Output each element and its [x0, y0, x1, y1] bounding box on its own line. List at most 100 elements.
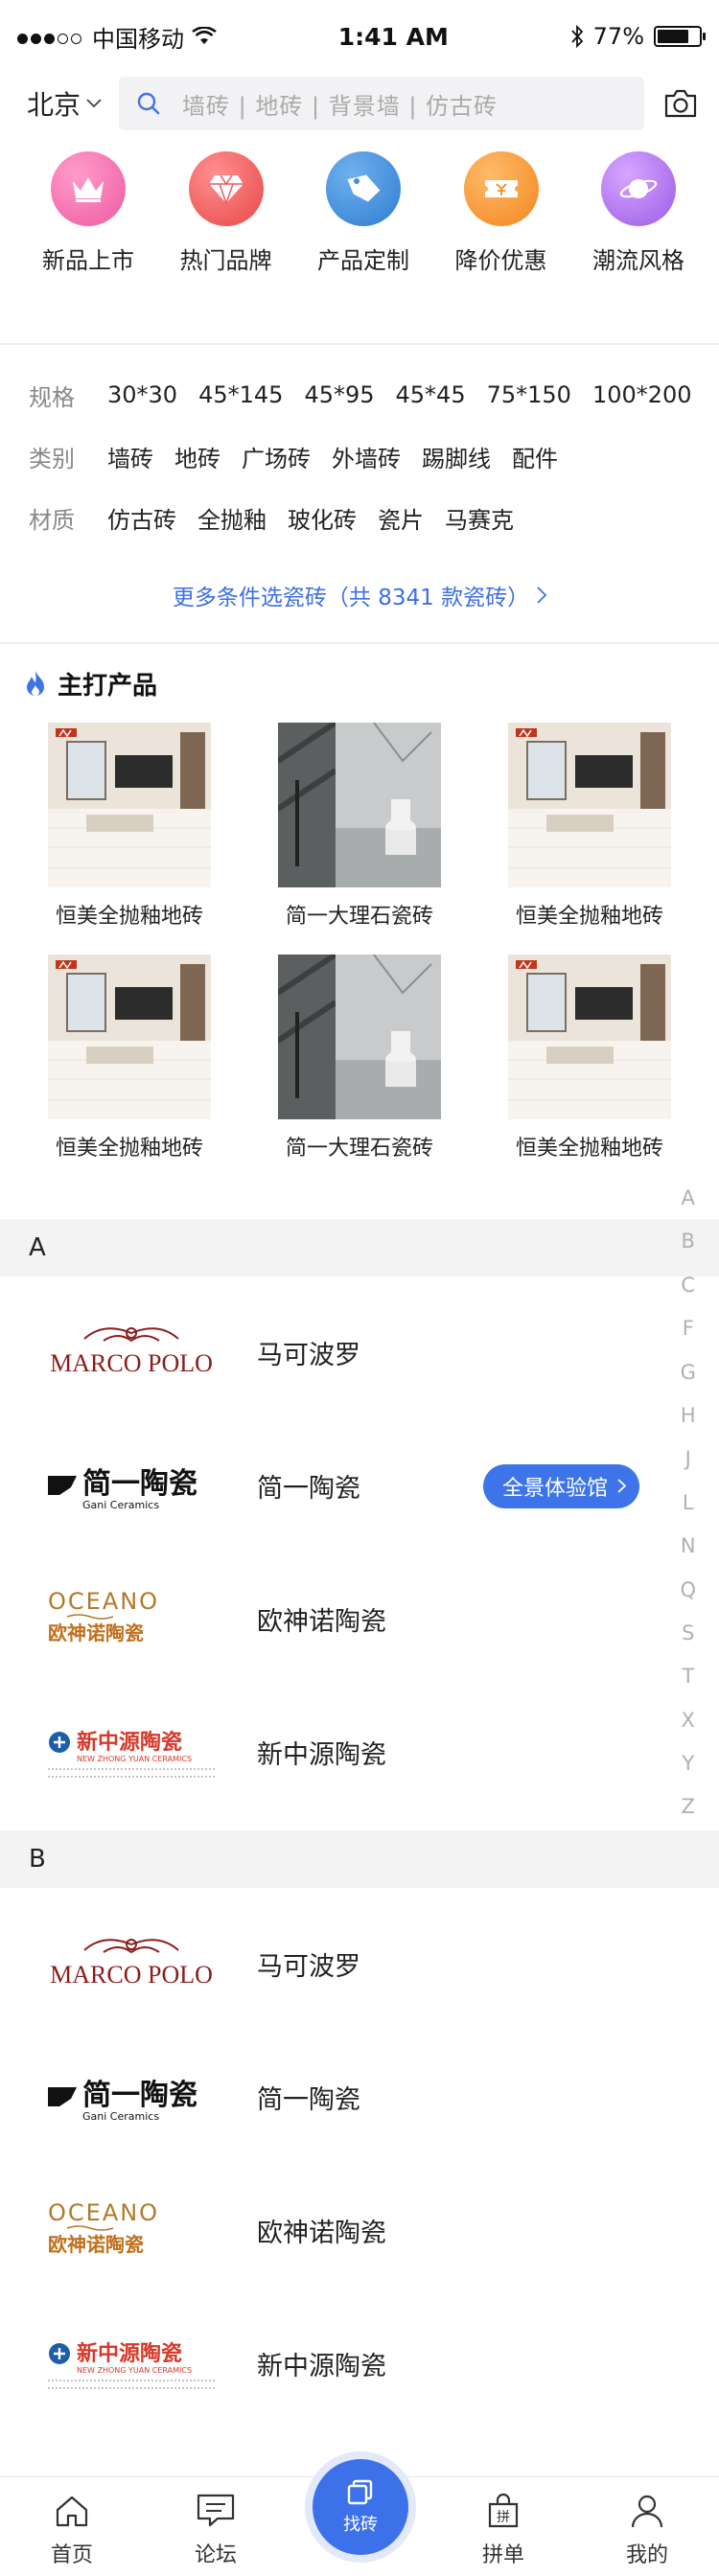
filter-option[interactable]: 75*150 — [487, 381, 571, 408]
svg-text:NEW ZHONG YUAN CERAMICS: NEW ZHONG YUAN CERAMICS — [77, 2366, 192, 2375]
tab-forum[interactable]: 论坛 — [144, 2477, 288, 2576]
alphabet-letter[interactable]: J — [685, 1438, 691, 1481]
brand-row[interactable]: MARCO POLO 马可波罗 — [0, 1286, 719, 1419]
svg-text:欧神诺陶瓷: 欧神诺陶瓷 — [48, 1622, 144, 1644]
filter-option[interactable]: 100*200 — [592, 381, 692, 408]
brand-name: 欧神诺陶瓷 — [257, 2219, 386, 2248]
brand-row[interactable]: 简一陶瓷 Gani Ceramics 简一陶瓷 全景体验馆 — [0, 1419, 719, 1552]
filter-key: 类别 — [29, 445, 75, 472]
filter-option[interactable]: 外墙砖 — [332, 440, 401, 473]
brand-logo: MARCO POLO — [46, 1320, 217, 1387]
panorama-hall-label: 全景体验馆 — [502, 1476, 609, 1501]
product-image — [508, 723, 671, 887]
alphabet-letter[interactable]: G — [681, 1351, 696, 1394]
filter-option[interactable]: 瓷片 — [378, 501, 424, 535]
category-discount[interactable]: 降价优惠 — [434, 151, 568, 343]
city-selector[interactable]: 北京 — [27, 84, 102, 123]
filter-option[interactable]: 广场砖 — [242, 440, 311, 473]
category-label: 降价优惠 — [454, 247, 547, 274]
brand-name: 简一陶瓷 — [257, 1474, 360, 1504]
alphabet-letter[interactable]: T — [682, 1655, 694, 1698]
brand-row[interactable]: 新中源陶瓷 NEW ZHONG YUAN CERAMICS 新中源陶瓷 — [0, 1686, 719, 1819]
alphabet-letter[interactable]: S — [682, 1612, 694, 1655]
signal-icon — [17, 23, 84, 50]
camera-icon[interactable] — [661, 84, 700, 123]
brand-logo: OCEANO 欧神诺陶瓷 — [46, 1586, 217, 1653]
filter-option[interactable]: 全抛釉 — [197, 501, 267, 535]
alphabet-letter[interactable]: Q — [680, 1569, 696, 1612]
brand-row[interactable]: 新中源陶瓷 NEW ZHONG YUAN CERAMICS 新中源陶瓷 — [0, 2297, 719, 2430]
filter-option[interactable]: 墙砖 — [107, 440, 153, 473]
search-icon — [137, 92, 160, 115]
alphabet-letter[interactable]: C — [681, 1264, 695, 1307]
tab-label: 论坛 — [194, 2543, 237, 2567]
brand-row[interactable]: 简一陶瓷 Gani Ceramics 简一陶瓷 — [0, 2031, 719, 2164]
category-label: 潮流风格 — [592, 247, 684, 274]
message-icon — [197, 2494, 235, 2527]
filter-option[interactable]: 30*30 — [107, 381, 177, 408]
filter-option[interactable]: 配件 — [512, 440, 558, 473]
filter-option[interactable]: 踢脚线 — [422, 440, 491, 473]
alphabet-letter[interactable]: N — [681, 1525, 696, 1568]
search-bar: 北京 墙砖 | 地砖 | 背景墙 | 仿古砖 — [0, 75, 719, 132]
panorama-hall-button[interactable]: 全景体验馆 — [483, 1463, 640, 1508]
product-card[interactable]: 恒美全抛釉地砖 — [475, 954, 705, 1162]
featured-header: 主打产品 — [0, 644, 719, 723]
brand-name: 新中源陶瓷 — [257, 1740, 386, 1770]
alphabet-letter[interactable]: F — [683, 1307, 694, 1350]
tab-label: 我的 — [625, 2543, 668, 2567]
filter-key: 材质 — [29, 506, 75, 534]
alphabet-letter[interactable]: Z — [682, 1785, 695, 1828]
tab-find-tile[interactable]: 找砖 — [313, 2459, 408, 2555]
alphabet-letter[interactable]: X — [682, 1699, 695, 1742]
featured-grid: 恒美全抛釉地砖 简一大理石瓷砖 恒美全抛釉地砖 恒美全抛釉地砖 简一大理石瓷砖 恒美全抛釉… — [0, 723, 719, 1162]
search-input[interactable]: 墙砖 | 地砖 | 背景墙 | 仿古砖 — [119, 77, 644, 130]
brand-row[interactable]: OCEANO 欧神诺陶瓷 欧神诺陶瓷 — [0, 1552, 719, 1686]
brand-logo: OCEANO 欧神诺陶瓷 — [46, 2197, 217, 2265]
brand-logo: 简一陶瓷 Gani Ceramics — [46, 1453, 217, 1520]
product-card[interactable]: 简一大理石瓷砖 — [244, 723, 475, 930]
product-card[interactable]: 恒美全抛釉地砖 — [14, 723, 244, 930]
category-new[interactable]: 新品上市 — [21, 151, 155, 343]
more-filters-link[interactable]: 更多条件选瓷砖（共 8341 款瓷砖） — [0, 548, 719, 642]
category-hot-brand[interactable]: 热门品牌 — [159, 151, 293, 343]
alphabet-index[interactable]: ABCFGHJLNQSTXYZ — [680, 1177, 696, 1829]
brand-row[interactable]: MARCO POLO 马可波罗 — [0, 1898, 719, 2031]
brand-name: 马可波罗 — [257, 1341, 360, 1370]
filter-option[interactable]: 地砖 — [174, 440, 220, 473]
svg-text:NEW ZHONG YUAN CERAMICS: NEW ZHONG YUAN CERAMICS — [77, 1755, 192, 1763]
product-card[interactable]: 恒美全抛釉地砖 — [14, 954, 244, 1162]
tab-home[interactable]: 首页 — [0, 2477, 144, 2576]
category-trend[interactable]: 潮流风格 — [571, 151, 706, 343]
svg-text:MARCO POLO: MARCO POLO — [50, 1349, 213, 1377]
wifi-icon — [192, 27, 217, 44]
filter-option[interactable]: 玻化砖 — [288, 501, 357, 535]
alphabet-letter[interactable]: B — [682, 1220, 695, 1263]
brand-row[interactable]: OCEANO 欧神诺陶瓷 欧神诺陶瓷 — [0, 2164, 719, 2297]
brand-logo: 简一陶瓷 Gani Ceramics — [46, 2064, 217, 2131]
svg-text:简一陶瓷: 简一陶瓷 — [82, 1467, 197, 1501]
product-card[interactable]: 简一大理石瓷砖 — [244, 954, 475, 1162]
category-custom[interactable]: 产品定制 — [296, 151, 430, 343]
user-icon — [631, 2495, 663, 2528]
filter-option[interactable]: 45*45 — [396, 381, 466, 408]
alphabet-letter[interactable]: H — [681, 1394, 696, 1438]
filter-option[interactable]: 45*95 — [304, 381, 374, 408]
alphabet-letter[interactable]: Y — [682, 1742, 694, 1785]
alphabet-letter[interactable]: A — [682, 1177, 695, 1220]
filter-option[interactable]: 45*145 — [198, 381, 283, 408]
tag-icon — [326, 151, 401, 226]
tab-group-buy[interactable]: 拼 拼单 — [431, 2477, 575, 2576]
filter-option[interactable]: 仿古砖 — [107, 501, 176, 535]
product-image — [278, 723, 441, 887]
filter-option[interactable]: 马赛克 — [445, 501, 514, 535]
product-card[interactable]: 恒美全抛釉地砖 — [475, 723, 705, 930]
alphabet-letter[interactable]: L — [683, 1482, 694, 1525]
svg-text:Gani Ceramics: Gani Ceramics — [82, 2110, 159, 2123]
filter-key: 规格 — [29, 383, 75, 411]
brand-name: 新中源陶瓷 — [257, 2352, 386, 2381]
tab-mine[interactable]: 我的 — [575, 2477, 719, 2576]
filter-row-type: 类别 墙砖 地砖 广场砖 外墙砖 踢脚线 配件 — [29, 426, 719, 487]
